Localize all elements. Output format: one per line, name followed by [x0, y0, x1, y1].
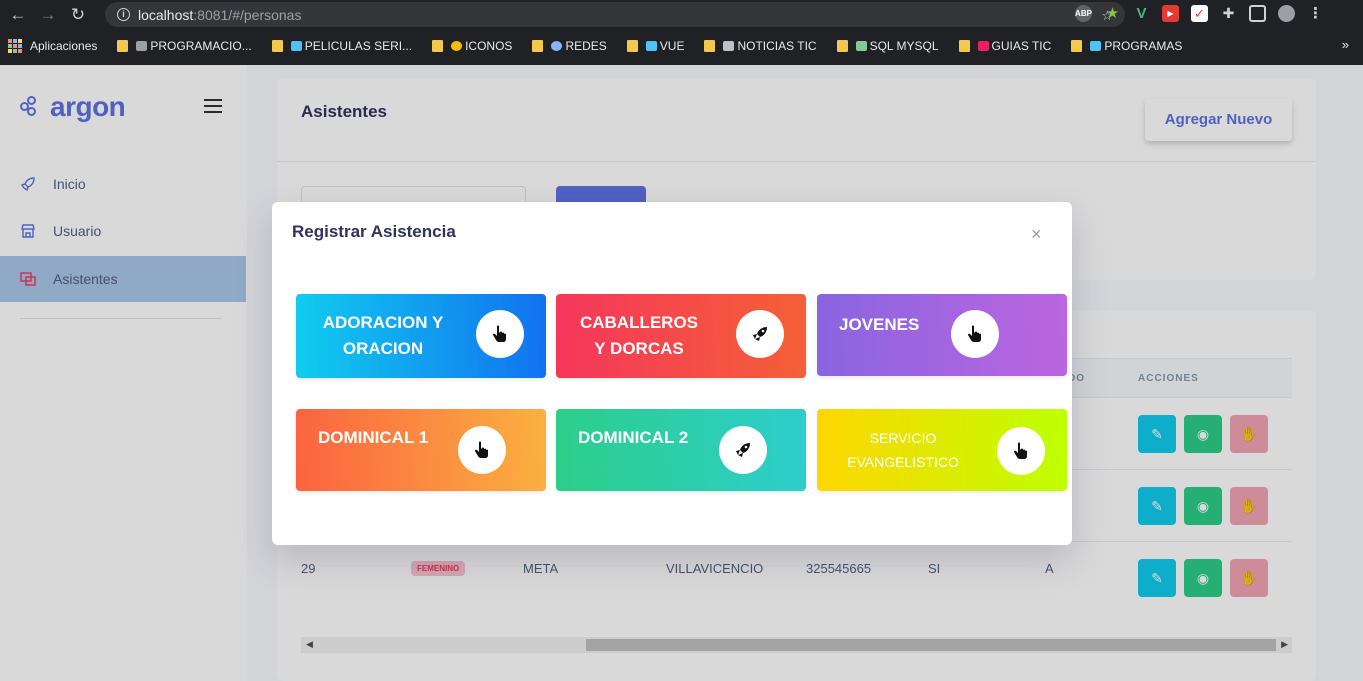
registrar-asistencia-modal: Registrar Asistencia × ADORACION Y ORACI…	[272, 202, 1072, 545]
gem-icon	[645, 41, 657, 51]
folder-icon	[626, 40, 638, 52]
tile-servicio-evangelistico[interactable]: SERVICIO EVANGELISTICO	[817, 409, 1067, 491]
chevron-double-right-icon[interactable]: »	[1342, 37, 1349, 52]
vue-devtools-icon[interactable]: V	[1133, 5, 1150, 22]
bookmark-folder[interactable]: VUE	[626, 39, 684, 53]
bookmark-folder[interactable]: PELICULAS SERI...	[271, 39, 412, 53]
bookmark-folder[interactable]: SQL MYSQL	[836, 39, 939, 53]
folder-icon	[117, 40, 129, 52]
hand-pointer-icon	[997, 427, 1045, 475]
tile-dominical-2[interactable]: DOMINICAL 2	[556, 409, 806, 491]
close-icon[interactable]: ×	[1031, 224, 1042, 245]
tile-jovenes[interactable]: JOVENES	[817, 294, 1067, 376]
forward-arrow-icon[interactable]: →	[36, 5, 60, 25]
tile-adoracion-y-oracion[interactable]: ADORACION Y ORACION	[296, 294, 546, 378]
modal-title: Registrar Asistencia	[292, 222, 456, 241]
back-arrow-icon[interactable]: ←	[6, 5, 30, 25]
profile-avatar-icon[interactable]	[1278, 5, 1295, 22]
green-square-icon	[855, 41, 867, 51]
extensions-bar: ABP ★ V ▶ ✓ ✚ ⋮	[1075, 5, 1324, 22]
folder-icon	[1071, 40, 1083, 52]
url-path: :8081/#/personas	[193, 6, 302, 23]
green-star-icon[interactable]: ★	[1104, 5, 1121, 22]
tile-label: ADORACION Y ORACION	[322, 313, 444, 358]
globe-icon	[551, 41, 563, 51]
bookmark-folder[interactable]: PROGRAMAS	[1071, 39, 1182, 53]
bookmark-folder[interactable]: ICONOS	[432, 39, 512, 53]
hand-pointer-icon	[951, 310, 999, 358]
hand-pointer-icon	[476, 310, 524, 358]
rocket-icon	[736, 310, 784, 358]
info-icon[interactable]: i	[117, 8, 130, 21]
apps-grid-icon	[8, 39, 22, 53]
tile-caballeros-y-dorcas[interactable]: CABALLEROS Y DORCAS	[556, 294, 806, 378]
adblock-plus-icon[interactable]: ABP	[1075, 5, 1092, 22]
bookmark-folder[interactable]: NOTICIAS TIC	[704, 39, 817, 53]
emoji-icon	[451, 41, 463, 51]
tile-dominical-1[interactable]: DOMINICAL 1	[296, 409, 546, 491]
tile-label: JOVENES	[839, 315, 920, 334]
bookmarks-bar: Aplicaciones PROGRAMACIO... PELICULAS SE…	[0, 33, 1363, 59]
tile-label: CABALLEROS Y DORCAS	[579, 313, 699, 358]
checklist-icon[interactable]: ✓	[1191, 5, 1208, 22]
folder-icon	[836, 40, 848, 52]
red-extension-icon[interactable]: ▶	[1162, 5, 1179, 22]
puzzle-icon[interactable]: ✚	[1220, 5, 1237, 22]
tile-label: DOMINICAL 2	[578, 428, 689, 447]
folder-icon	[271, 40, 283, 52]
folder-icon	[958, 40, 970, 52]
menu-dots-icon[interactable]: ⋮	[1307, 5, 1324, 22]
bookmark-apps[interactable]: Aplicaciones	[8, 39, 97, 53]
bookmark-folder[interactable]: PROGRAMACIO...	[117, 39, 252, 53]
url-host: localhost	[138, 6, 194, 23]
person-icon	[136, 41, 148, 51]
rocket-icon	[719, 426, 767, 474]
red-square-icon	[977, 41, 989, 51]
address-bar[interactable]: i localhost :8081/#/personas ⇪ ☆	[105, 2, 1125, 27]
film-icon	[290, 41, 302, 51]
newspaper-icon	[723, 41, 735, 51]
folder-icon	[432, 40, 444, 52]
hand-pointer-icon	[458, 426, 506, 474]
bookmark-folder[interactable]: REDES	[532, 39, 607, 53]
folder-icon	[704, 40, 716, 52]
folder-icon	[532, 40, 544, 52]
tile-label: DOMINICAL 1	[318, 428, 429, 447]
tile-label: SERVICIO EVANGELISTICO	[847, 430, 959, 470]
programs-icon	[1090, 41, 1102, 51]
browser-chrome: ← → ↻ i localhost :8081/#/personas ⇪ ☆ A…	[0, 0, 1363, 65]
reload-icon[interactable]: ↻	[66, 5, 90, 25]
bookmark-folder[interactable]: GUIAS TIC	[958, 39, 1051, 53]
window-icon[interactable]	[1249, 5, 1266, 22]
